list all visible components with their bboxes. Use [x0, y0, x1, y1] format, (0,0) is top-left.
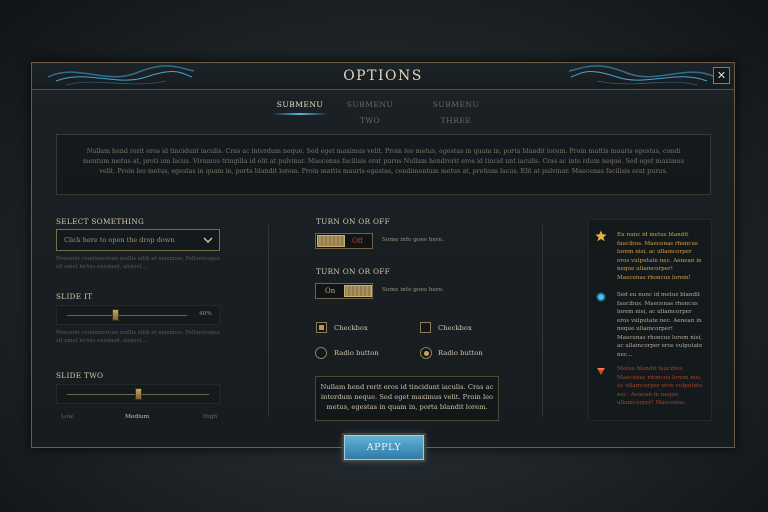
slide-two-medium: Medium [125, 414, 150, 420]
toggle-two-info: Some info goes here. [382, 287, 444, 293]
radio-one[interactable] [315, 347, 327, 359]
chevron-down-icon [203, 237, 213, 244]
select-label: SELECT SOMETHING [56, 217, 145, 226]
tab-submenu-two[interactable]: SUBMENU TWO [338, 97, 402, 125]
slide-two-label: SLIDE TWO [56, 371, 104, 380]
slide-it-hint: Praesent condimentum mollis nibh at maxi… [56, 330, 220, 344]
radio-two-label: Radio button [438, 349, 483, 357]
toggle-one-switch[interactable]: Off [315, 233, 373, 249]
apply-button[interactable]: APPLY [344, 435, 424, 460]
tab-submenu-three[interactable]: SUBMENU THREE [416, 97, 496, 125]
slide-two-low: Low [61, 414, 74, 420]
slide-two-box [56, 384, 220, 404]
toggle-two-switch[interactable]: On [315, 283, 373, 299]
news-panel: Eu nunc id metus blandit faucibus. Maece… [588, 219, 712, 421]
column-divider-left [268, 225, 269, 417]
dropdown-select[interactable]: Click here to open the drop down [56, 229, 220, 251]
toggle-two-knob [344, 285, 372, 297]
toggle-two-state: On [325, 287, 336, 295]
select-hint: Praesent condimentum mollis nibh at maxi… [56, 256, 220, 270]
tab-submenu[interactable]: SUBMENU [272, 97, 328, 115]
news-item-3-text: Metus blandit faucibus. Maecenas rhoncus… [617, 366, 703, 406]
news-item-2-text: Sed eu nunc id metus blandit faucibus. M… [617, 292, 703, 358]
slide-it-handle[interactable] [112, 309, 119, 321]
slide-two-handle[interactable] [135, 388, 142, 400]
star-icon [595, 230, 607, 242]
red-gem-icon [597, 368, 605, 375]
description-box: Nullam hend rerit eros id tincidunt iacu… [315, 376, 499, 421]
radio-one-label: Radio button [334, 349, 379, 357]
toggle-two-label: TURN ON OR OFF [316, 267, 391, 276]
info-text-box: Nullam hend rerit eros id tincidunt iacu… [56, 134, 711, 195]
slide-it-box: 40% [56, 305, 220, 325]
slide-two-high: High [203, 414, 218, 420]
dialog-titlebar: Options ✕ [32, 63, 734, 90]
options-dialog: Options ✕ SUBMENU SUBMENU TWO SUBMENU TH… [31, 62, 735, 460]
toggle-one-label: TURN ON OR OFF [316, 217, 391, 226]
toggle-one-knob [317, 235, 345, 247]
blue-orb-icon [596, 292, 606, 302]
news-item-1-text: Eu nunc id metus blandit faucibus. Maece… [617, 232, 702, 281]
checkbox-two[interactable] [420, 322, 431, 333]
slide-it-label: SLIDE IT [56, 292, 93, 301]
close-button[interactable]: ✕ [713, 67, 730, 84]
slide-it-value: 40% [199, 311, 212, 317]
dropdown-value: Click here to open the drop down [64, 236, 175, 244]
toggle-one-info: Some info goes here. [382, 237, 444, 243]
checkbox-one-label: Checkbox [334, 324, 368, 332]
column-divider-right [542, 225, 543, 417]
dialog-title: Options [343, 68, 423, 84]
checkbox-two-label: Checkbox [438, 324, 472, 332]
toggle-one-state: Off [352, 237, 363, 245]
slide-it-track[interactable] [67, 315, 187, 316]
checkbox-one[interactable] [316, 322, 327, 333]
radio-two[interactable] [420, 347, 432, 359]
